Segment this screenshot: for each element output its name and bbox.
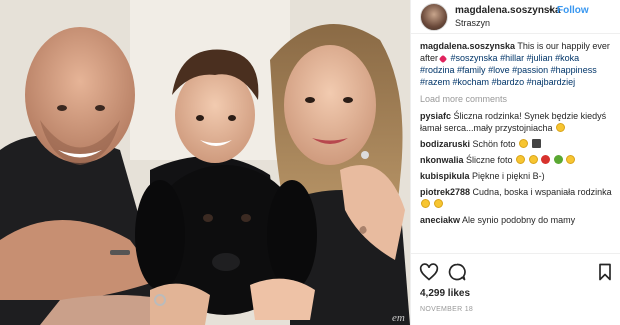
hashtag-link[interactable]: #hillar xyxy=(500,53,524,63)
clover-emoji-icon xyxy=(553,155,563,164)
username-link[interactable]: magdalena.soszynska xyxy=(455,5,561,16)
hashtag-link[interactable]: #kocham xyxy=(453,77,490,87)
caption-username[interactable]: magdalena.soszynska xyxy=(420,41,515,51)
comment-username[interactable]: piotrek2788 xyxy=(420,187,470,197)
post-caption: magdalena.soszynska This is our happily … xyxy=(420,40,616,88)
hashtag-link[interactable]: #bardzo xyxy=(492,77,525,87)
hashtag-link[interactable]: #rodzina xyxy=(420,65,455,75)
comment-username[interactable]: kubispikula xyxy=(420,171,470,181)
comment-item: nkonwalia Śliczne foto xyxy=(420,154,616,166)
comment-item: aneciakw Ale synio podobny do mamy xyxy=(420,214,616,226)
smile-emoji-icon xyxy=(421,199,430,208)
hashtag-link[interactable]: #razem xyxy=(420,77,450,87)
post-header: magdalena.soszynska • Follow Straszyn xyxy=(411,0,620,34)
comment-text: Śliczne foto xyxy=(466,155,513,165)
hashtag-link[interactable]: #happiness xyxy=(551,65,597,75)
smile-emoji-icon xyxy=(519,139,529,148)
comments-section[interactable]: magdalena.soszynska This is our happily … xyxy=(420,40,616,252)
hashtag-link[interactable]: #passion xyxy=(512,65,548,75)
comment-item: kubispikula Piękne i piękni B-) xyxy=(420,170,616,182)
comment-text: Ale synio podobny do mamy xyxy=(462,215,576,225)
comment-text: Cudna, boska i wspaniała rodzinka xyxy=(472,187,612,197)
trophy-emoji-icon xyxy=(566,155,576,164)
smile-emoji-icon xyxy=(433,199,443,208)
comments-fade-overlay xyxy=(420,238,616,252)
comment-username[interactable]: pysiafc xyxy=(420,111,451,121)
photo-watermark: em xyxy=(392,312,405,324)
comment-username[interactable]: bodizaruski xyxy=(420,139,470,149)
load-more-comments-link[interactable]: Load more comments xyxy=(420,93,616,105)
likes-count[interactable]: 4,299 likes xyxy=(420,288,470,299)
comment-username[interactable]: nkonwalia xyxy=(420,155,464,165)
family-photo-illustration xyxy=(0,0,410,325)
comment-text: Schön foto xyxy=(472,139,516,149)
hashtag-link[interactable]: #love xyxy=(488,65,510,75)
hashtag-link[interactable]: #najbardziej xyxy=(527,77,576,87)
hashtag-link[interactable]: #family xyxy=(457,65,486,75)
post-side-panel: magdalena.soszynska • Follow Straszyn ma… xyxy=(410,0,620,325)
smile-emoji-icon xyxy=(556,123,566,132)
post-date[interactable]: NOVEMBER 18 xyxy=(420,306,473,313)
apple-emoji-icon xyxy=(541,155,551,164)
location-link[interactable]: Straszyn xyxy=(455,18,490,28)
follow-button[interactable]: Follow xyxy=(557,5,589,16)
hashtag-link[interactable]: #soszynska xyxy=(451,53,498,63)
comment-item: pysiafc Śliczna rodzinka! Synek będzie k… xyxy=(420,110,616,134)
bookmark-icon[interactable] xyxy=(595,262,615,282)
camera-emoji-icon xyxy=(531,139,541,148)
heart-outline-icon[interactable] xyxy=(419,262,439,282)
separator-dot: • xyxy=(549,5,553,16)
clap-emoji-icon xyxy=(516,155,526,164)
hashtag-link[interactable]: #koka xyxy=(555,53,579,63)
hashtag-link[interactable]: #julian xyxy=(527,53,553,63)
heart-emoji-icon xyxy=(438,54,448,64)
comment-item: piotrek2788 Cudna, boska i wspaniała rod… xyxy=(420,186,616,210)
speech-bubble-icon[interactable] xyxy=(447,262,467,282)
comment-username[interactable]: aneciakw xyxy=(420,215,460,225)
avatar[interactable] xyxy=(420,3,448,31)
comment-text: Piękne i piękni B-) xyxy=(472,171,545,181)
thumbs-up-emoji-icon xyxy=(528,155,538,164)
post-photo[interactable]: em xyxy=(0,0,410,325)
comment-item: bodizaruski Schön foto xyxy=(420,138,616,150)
post-actions: 4,299 likes NOVEMBER 18 xyxy=(411,253,620,325)
